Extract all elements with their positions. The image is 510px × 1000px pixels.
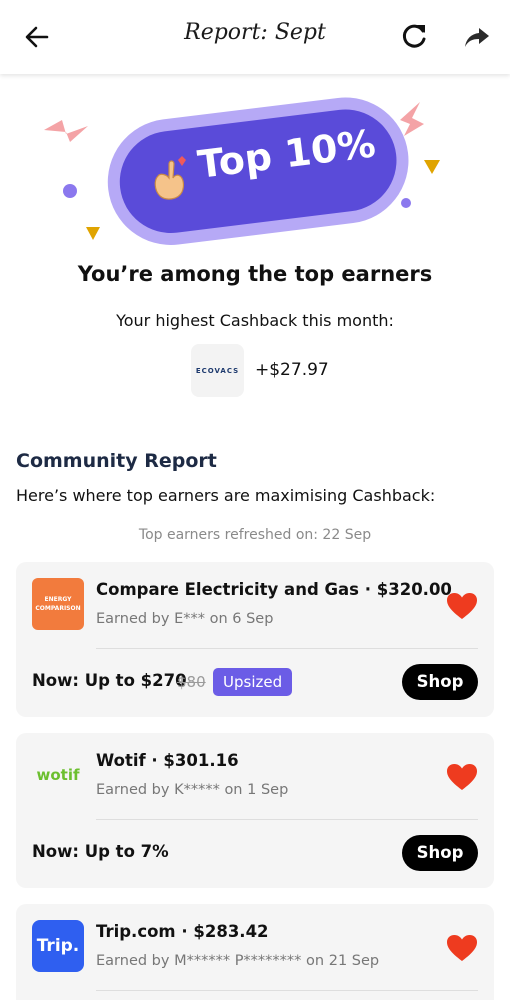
merchant-name: Trip.com · $283.42 [96,922,269,941]
merchant-name: Wotif · $301.16 [96,751,239,770]
merchant-card[interactable]: wotif Wotif · $301.16 Earned by K***** o… [16,733,494,888]
dot-right-icon [401,198,411,208]
offer-text: Now: Up to 7% [32,842,169,861]
section-title: Community Report [16,450,217,472]
spark-left-icon [44,120,88,142]
highest-amount: +$27.97 [255,360,329,380]
heart-icon[interactable] [446,763,478,791]
divider [96,819,478,820]
triangle-right-icon [424,160,440,174]
earned-by: Earned by M****** P******** on 21 Sep [96,953,380,969]
divider [96,648,478,649]
heart-icon[interactable] [446,592,478,620]
share-arrow-icon[interactable] [462,22,492,52]
earned-by: Earned by E*** on 6 Sep [96,611,274,627]
offer-text: Now: Up to $270 [32,671,187,690]
ecovacs-logo: ECOVACS [191,344,244,397]
earned-by: Earned by K***** on 1 Sep [96,782,289,798]
merchant-card[interactable]: ENERGY COMPARISON Compare Electricity an… [16,562,494,717]
old-rate: $80 [177,673,206,691]
page-title: Report: Sept [184,20,326,45]
shop-button[interactable]: Shop [402,664,478,700]
divider [96,990,478,991]
spark-right-icon [400,102,424,136]
shop-button[interactable]: Shop [402,835,478,871]
merchant-card[interactable]: Trip. Trip.com · $283.42 Earned by M****… [16,904,494,1000]
merchant-name: Compare Electricity and Gas · $320.00 [96,580,452,599]
heart-icon[interactable] [446,934,478,962]
refresh-icon[interactable] [398,20,430,52]
trip-com-logo: Trip. [32,920,84,972]
refreshed-date: Top earners refreshed on: 22 Sep [138,527,372,543]
finger-heart-hand-icon [154,156,186,200]
dot-left-icon [63,184,77,198]
triangle-left-icon [86,227,100,240]
upsized-badge: Upsized [213,668,293,696]
top-bar: Report: Sept [0,0,510,74]
headline: You’re among the top earners [77,262,433,286]
energy-comparison-logo: ENERGY COMPARISON [32,578,84,630]
wotif-logo: wotif [36,766,80,784]
section-description: Here’s where top earners are maximising … [16,486,436,505]
highest-cashback: ECOVACS +$27.97 [191,344,331,398]
top-percent-badge: Top 10% [0,90,510,250]
subline: Your highest Cashback this month: [116,311,394,330]
